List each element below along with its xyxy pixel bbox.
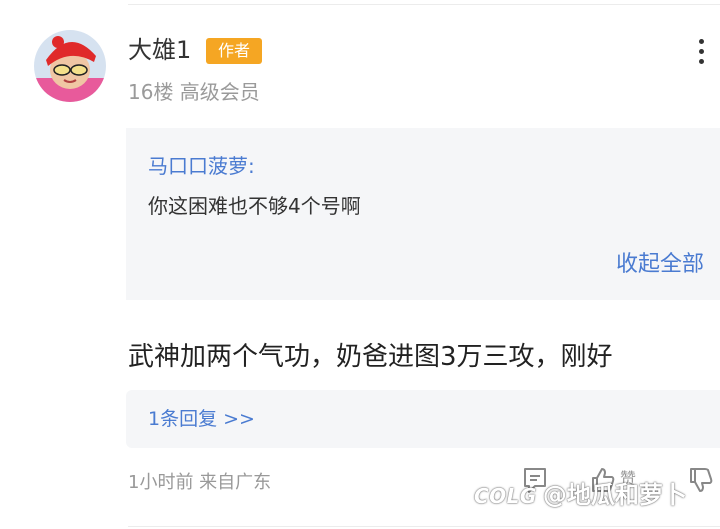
quote-author[interactable]: 马口口菠萝: (148, 152, 255, 180)
username[interactable]: 大雄1 (128, 34, 191, 66)
view-replies-link[interactable]: 1条回复 >> (148, 405, 255, 433)
watermark-logo: COLG (474, 484, 537, 508)
watermark-handle: @地瓜和萝卜 (542, 481, 687, 509)
comment-text: 武神加两个气功，奶爸进图3万三攻，刚好 (128, 342, 613, 372)
replies-box[interactable]: 1条回复 >> (126, 390, 720, 448)
floor-level: 16楼 高级会员 (128, 80, 260, 104)
bottom-divider (128, 526, 720, 527)
quote-box: 马口口菠萝: 你这困难也不够4个号啊 收起全部 (126, 128, 720, 300)
more-options-button[interactable] (690, 36, 712, 74)
watermark: COLG @地瓜和萝卜 (474, 480, 687, 511)
avatar-image (34, 30, 106, 102)
dislike-icon[interactable] (688, 466, 716, 494)
post-meta: 1小时前 来自广东 (128, 472, 272, 493)
collapse-all-link[interactable]: 收起全部 (616, 250, 704, 280)
top-divider (128, 4, 720, 5)
author-badge: 作者 (206, 38, 262, 64)
quote-text: 你这困难也不够4个号啊 (148, 194, 361, 218)
more-icon (690, 39, 712, 64)
avatar[interactable] (34, 30, 106, 102)
